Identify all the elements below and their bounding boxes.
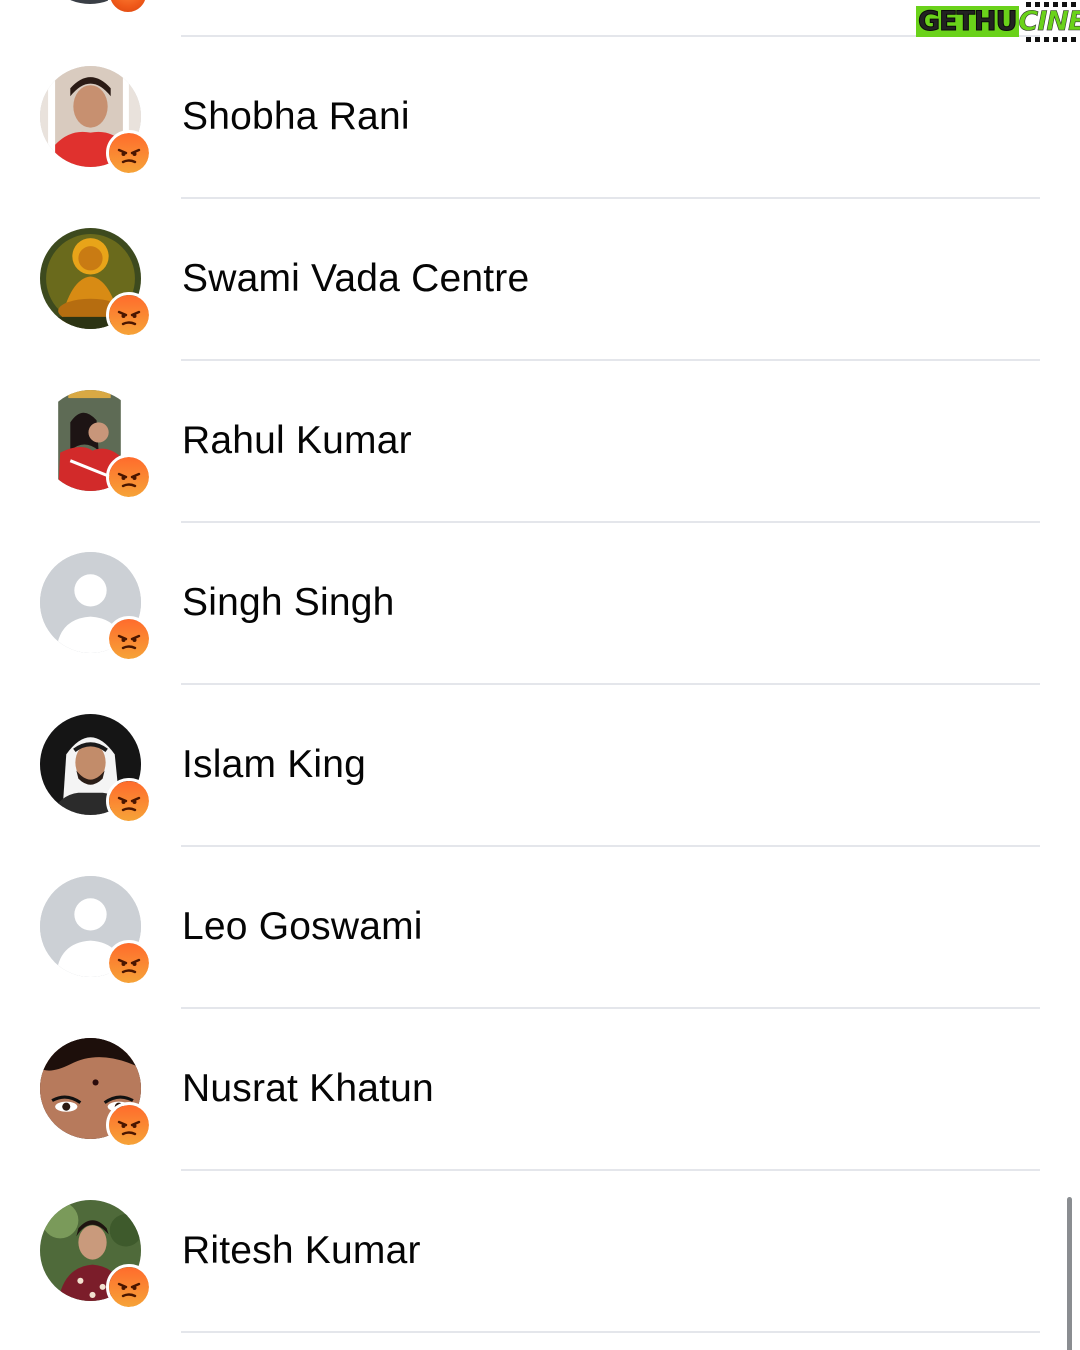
person-name[interactable]: Islam King [182,743,366,787]
film-strip-icon [1026,37,1078,42]
watermark-text: GETHUCINEMA [916,6,1080,38]
list-item[interactable]: Rahul Kumar [0,361,1080,523]
list-item[interactable]: Ritesh Kumar [0,1171,1080,1333]
reactions-list-screen: Shobha Rani Swami Vada Centre Rahul Kuma… [0,0,1080,1350]
person-name[interactable]: Leo Goswami [182,905,423,949]
angry-reaction-icon [106,778,152,824]
person-name[interactable]: Rahul Kumar [182,419,412,463]
angry-reaction-icon [107,0,149,15]
angry-reaction-icon [106,1264,152,1310]
angry-reaction-icon [106,616,152,662]
list-item[interactable]: Leo Goswami [0,847,1080,1009]
list-item[interactable]: Shobha Rani [0,37,1080,199]
divider [181,1331,1040,1333]
list-item[interactable]: Islam King [0,685,1080,847]
scrollbar[interactable] [1067,1197,1072,1350]
person-name[interactable]: Nusrat Khatun [182,1067,434,1111]
people-list: Shobha Rani Swami Vada Centre Rahul Kuma… [0,37,1080,1333]
angry-reaction-icon [106,292,152,338]
person-name[interactable]: Swami Vada Centre [182,257,529,301]
angry-reaction-icon [106,454,152,500]
person-name[interactable]: Shobha Rani [182,95,410,139]
person-name[interactable]: Singh Singh [182,581,395,625]
angry-reaction-icon [106,130,152,176]
list-item[interactable]: Nusrat Khatun [0,1009,1080,1171]
angry-reaction-icon [106,1102,152,1148]
watermark-logo: GETHUCINEMA [916,2,1080,42]
angry-reaction-icon [106,940,152,986]
list-item[interactable]: Singh Singh [0,523,1080,685]
list-item[interactable]: Swami Vada Centre [0,199,1080,361]
person-name[interactable]: Ritesh Kumar [182,1229,421,1273]
